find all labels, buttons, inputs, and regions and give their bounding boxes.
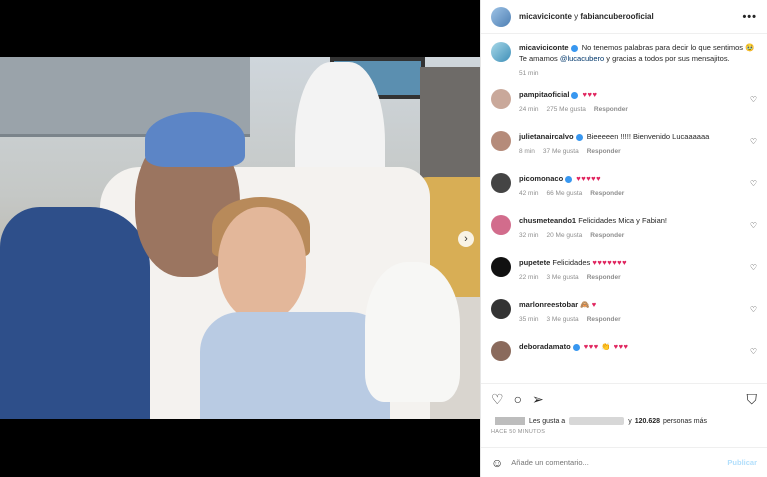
comment-like-heart-icon[interactable]: ♡ [750, 341, 757, 356]
comment-time: 22 min [519, 274, 539, 281]
send-icon[interactable]: ➢ [532, 392, 544, 406]
post-sidebar: micaviciconte y fabiancuberooficial ••• … [480, 0, 767, 477]
comment-item: deboradamato ♥♥♥ 👏 ♥♥♥ ♡ [491, 341, 757, 369]
comment-avatar[interactable] [491, 173, 511, 193]
comment-username[interactable]: picomonaco [519, 174, 563, 183]
caption-avatar[interactable] [491, 42, 511, 62]
comment-hearts: ♥ [591, 300, 597, 309]
bookmark-icon[interactable]: ⛉ [747, 392, 758, 406]
post-actions: ♡ ○ ➢ ⛉ [481, 383, 767, 413]
emoji-picker-icon[interactable]: ☺ [491, 456, 503, 470]
comment-time: 24 min [519, 106, 539, 113]
comment-item: marlonreestobar 🙈 ♥ 35 min 3 Me gusta Respo… [491, 299, 757, 327]
more-options-icon[interactable]: ••• [742, 11, 757, 23]
caption-emoji: 🥹 [745, 43, 755, 52]
comment-item: julietanaircalvo Bieeeeen !!!!! Bienveni… [491, 131, 757, 159]
comment-text: Bieeeeen !!!!! Bienvenido Lucaaaaaa [586, 132, 710, 141]
comment-time: 8 min [519, 148, 535, 155]
comment-likes[interactable]: 37 Me gusta [543, 148, 579, 155]
reply-button[interactable]: Responder [590, 232, 624, 239]
likes-prefix: Les gusta a [529, 417, 566, 425]
verified-badge-icon [571, 91, 579, 99]
caption-username[interactable]: micaviciconte [519, 43, 569, 52]
comment-username[interactable]: julietanaircalvo [519, 132, 574, 141]
comment-likes[interactable]: 66 Me gusta [547, 190, 583, 197]
comment-text: Felicidades Mica y Fabian! [578, 216, 667, 225]
heart-icon[interactable]: ♡ [491, 392, 504, 406]
comment-time: 35 min [519, 316, 539, 323]
comment-hearts: ♥♥♥♥♥♥♥ [592, 258, 628, 267]
caption-text: No tenemos palabras para decir lo que se… [581, 43, 744, 52]
comment-item: chusmeteando1 Felicidades Mica y Fabian!… [491, 215, 757, 243]
comment-username[interactable]: pampitaoficial [519, 90, 569, 99]
author-link-2[interactable]: fabiancuberooficial [580, 12, 653, 21]
post-authors: micaviciconte y fabiancuberooficial [519, 12, 654, 21]
verified-badge-icon [575, 133, 583, 141]
reply-button[interactable]: Responder [587, 148, 621, 155]
caption-mention[interactable]: @lucacubero [560, 54, 604, 63]
comment-hearts: ♥♥♥ 👏 ♥♥♥ [583, 342, 629, 351]
comment-avatar[interactable] [491, 131, 511, 151]
likes-summary: Les gusta a y 120.628 personas más [481, 413, 767, 429]
likers-avatars [495, 417, 525, 425]
comment-avatar[interactable] [491, 299, 511, 319]
comment-likes[interactable]: 275 Me gusta [547, 106, 586, 113]
likes-connector: y [628, 417, 632, 425]
comment-like-heart-icon[interactable]: ♡ [750, 131, 757, 146]
verified-badge-icon [570, 44, 578, 52]
verified-badge-icon [565, 175, 573, 183]
reply-button[interactable]: Responder [590, 190, 624, 197]
comment-like-heart-icon[interactable]: ♡ [750, 89, 757, 104]
comment-likes[interactable]: 20 Me gusta [547, 232, 583, 239]
caption-line2-prefix: Te amamos [519, 54, 560, 63]
header-avatar[interactable] [491, 6, 511, 27]
post-media: › [0, 0, 480, 477]
comment-likes[interactable]: 3 Me gusta [547, 274, 579, 281]
comment-like-heart-icon[interactable]: ♡ [750, 257, 757, 272]
post-timestamp[interactable]: Hace 50 minutos [481, 429, 767, 447]
comment-username[interactable]: pupetete [519, 258, 550, 267]
reply-button[interactable]: Responder [587, 316, 621, 323]
comment-item: pampitaoficial ♥♥♥ 24 min 275 Me gusta Resp… [491, 89, 757, 117]
comment-text: 🙈 [580, 300, 592, 309]
comments-list: micaviciconte No tenemos palabras para d… [481, 34, 767, 383]
liker-username-blurred[interactable] [569, 417, 625, 425]
comment-time: 42 min [519, 190, 539, 197]
verified-badge-icon [572, 343, 580, 351]
comment-time: 32 min [519, 232, 539, 239]
post-caption: micaviciconte No tenemos palabras para d… [491, 42, 757, 79]
comment-avatar[interactable] [491, 215, 511, 235]
comment-hearts: ♥♥♥ [582, 90, 598, 99]
comment-like-heart-icon[interactable]: ♡ [750, 173, 757, 188]
comment-icon[interactable]: ○ [514, 392, 522, 406]
comment-avatar[interactable] [491, 341, 511, 361]
add-comment-bar: ☺ Publicar [481, 447, 767, 477]
comment-hearts: ♥♥♥♥♥ [576, 174, 602, 183]
comment-username[interactable]: deboradamato [519, 342, 571, 351]
author-link-1[interactable]: micaviciconte [519, 12, 572, 21]
likes-suffix[interactable]: personas más [663, 418, 707, 425]
post-photo[interactable] [0, 57, 480, 419]
caption-time: 51 min [519, 70, 539, 77]
comment-like-heart-icon[interactable]: ♡ [750, 299, 757, 314]
next-photo-chevron-icon[interactable]: › [458, 231, 474, 247]
comment-avatar[interactable] [491, 257, 511, 277]
comment-likes[interactable]: 3 Me gusta [547, 316, 579, 323]
comment-like-heart-icon[interactable]: ♡ [750, 215, 757, 230]
comment-avatar[interactable] [491, 89, 511, 109]
comment-username[interactable]: chusmeteando1 [519, 216, 576, 225]
publish-button[interactable]: Publicar [727, 458, 757, 467]
reply-button[interactable]: Responder [594, 106, 628, 113]
reply-button[interactable]: Responder [587, 274, 621, 281]
add-comment-input[interactable] [511, 458, 728, 467]
comment-username[interactable]: marlonreestobar [519, 300, 578, 309]
post-header: micaviciconte y fabiancuberooficial ••• [481, 0, 767, 34]
comment-item: picomonaco ♥♥♥♥♥ 42 min 66 Me gusta Respond… [491, 173, 757, 201]
likes-count[interactable]: 120.628 [635, 418, 660, 425]
comment-item: pupetete Felicidades ♥♥♥♥♥♥♥ 22 min 3 Me g… [491, 257, 757, 285]
caption-line2-suffix: y gracias a todos por sus mensajitos. [604, 54, 730, 63]
instagram-post-view: › micaviciconte y fabiancuberooficial ••… [0, 0, 767, 477]
comment-text: Felicidades [552, 258, 593, 267]
